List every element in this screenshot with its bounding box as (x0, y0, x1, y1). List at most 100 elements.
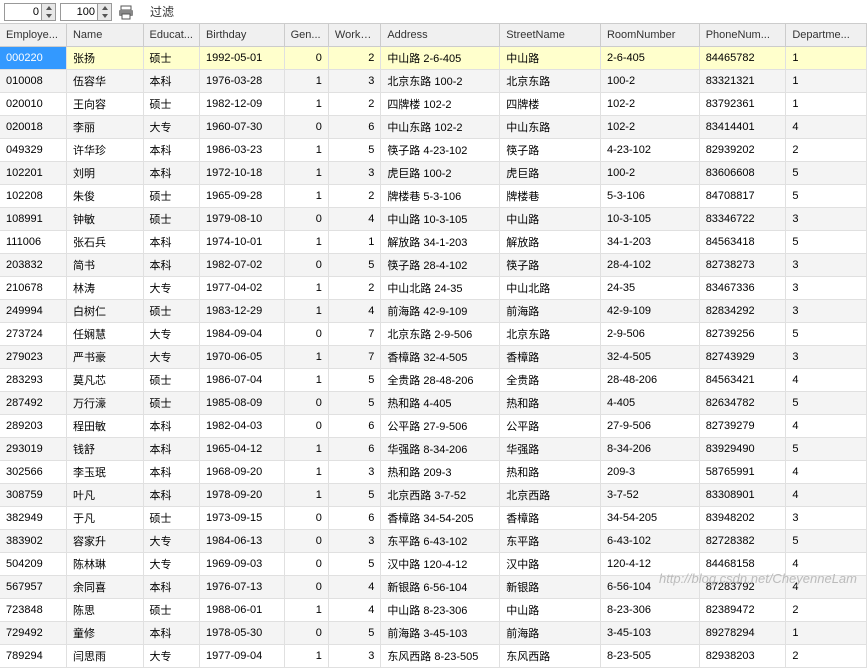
column-header-name[interactable]: Name (66, 24, 143, 46)
size-down-icon[interactable] (97, 12, 111, 20)
table-row[interactable]: 279023严书豪大专1970-06-0517香樟路 32-4-505香樟路32… (0, 345, 867, 368)
cell-street: 中山路 (500, 46, 601, 69)
size-input[interactable] (61, 6, 97, 18)
size-up-icon[interactable] (97, 4, 111, 12)
cell-edu: 本科 (143, 575, 199, 598)
table-row[interactable]: 283293莫凡芯硕士1986-07-0415全贵路 28-48-206全贵路2… (0, 368, 867, 391)
column-header-gen[interactable]: Gen... (284, 24, 328, 46)
column-header-emp[interactable]: Employe... (0, 24, 66, 46)
table-row[interactable]: 108991钟敏硕士1979-08-1004中山路 10-3-105中山路10-… (0, 207, 867, 230)
cell-emp: 302566 (0, 460, 66, 483)
cell-name: 叶凡 (66, 483, 143, 506)
table-row[interactable]: 382949于凡硕士1973-09-1506香樟路 34-54-205香樟路34… (0, 506, 867, 529)
table-row[interactable]: 000220张扬硕士1992-05-0102中山路 2-6-405中山路2-6-… (0, 46, 867, 69)
cell-phone: 83321321 (699, 69, 786, 92)
table-row[interactable]: 789294闫思雨大专1977-09-0413东风西路 8-23-505东风西路… (0, 644, 867, 667)
table-row[interactable]: 308759叶凡本科1978-09-2015北京西路 3-7-52北京西路3-7… (0, 483, 867, 506)
cell-bday: 1984-09-04 (199, 322, 284, 345)
cell-phone: 87283792 (699, 575, 786, 598)
cell-dept: 1 (786, 46, 867, 69)
cell-dept: 5 (786, 529, 867, 552)
column-header-phone[interactable]: PhoneNum... (699, 24, 786, 46)
cell-bday: 1960-07-30 (199, 115, 284, 138)
cell-emp: 203832 (0, 253, 66, 276)
page-down-icon[interactable] (41, 12, 55, 20)
page-spinner[interactable] (4, 3, 56, 21)
table-row[interactable]: 287492万行濠硕士1985-08-0905热和路 4-405热和路4-405… (0, 391, 867, 414)
table-row[interactable]: 729492童修本科1978-05-3005前海路 3-45-103前海路3-4… (0, 621, 867, 644)
table-row[interactable]: 567957余同喜本科1976-07-1304新银路 6-56-104新银路6-… (0, 575, 867, 598)
cell-room: 24-35 (600, 276, 699, 299)
cell-name: 钱舒 (66, 437, 143, 460)
cell-edu: 本科 (143, 460, 199, 483)
table-row[interactable]: 111006张石兵本科1974-10-0111解放路 34-1-203解放路34… (0, 230, 867, 253)
table-row[interactable]: 289203程田敏本科1982-04-0306公平路 27-9-506公平路27… (0, 414, 867, 437)
cell-addr: 中山路 10-3-105 (381, 207, 500, 230)
cell-name: 容家升 (66, 529, 143, 552)
table-row[interactable]: 302566李玉珉本科1968-09-2013热和路 209-3热和路209-3… (0, 460, 867, 483)
cell-emp: 382949 (0, 506, 66, 529)
cell-wy: 7 (328, 322, 380, 345)
cell-wy: 6 (328, 414, 380, 437)
cell-dept: 1 (786, 69, 867, 92)
filter-label[interactable]: 过滤 (150, 3, 174, 20)
column-header-street[interactable]: StreetName (500, 24, 601, 46)
column-header-bday[interactable]: Birthday (199, 24, 284, 46)
cell-street: 汉中路 (500, 552, 601, 575)
table-row[interactable]: 293019钱舒本科1965-04-1216华强路 8-34-206华强路8-3… (0, 437, 867, 460)
cell-edu: 硕士 (143, 299, 199, 322)
column-header-wy[interactable]: WorkY... (328, 24, 380, 46)
cell-gen: 1 (284, 92, 328, 115)
cell-dept: 2 (786, 138, 867, 161)
cell-wy: 5 (328, 391, 380, 414)
table-row[interactable]: 203832简书本科1982-07-0205筷子路 28-4-102筷子路28-… (0, 253, 867, 276)
cell-name: 简书 (66, 253, 143, 276)
table-row[interactable]: 383902容家升大专1984-06-1303东平路 6-43-102东平路6-… (0, 529, 867, 552)
table-row[interactable]: 723848陈思硕士1988-06-0114中山路 8-23-306中山路8-2… (0, 598, 867, 621)
cell-bday: 1978-09-20 (199, 483, 284, 506)
cell-room: 28-4-102 (600, 253, 699, 276)
table-row[interactable]: 273724任娴慧大专1984-09-0407北京东路 2-9-506北京东路2… (0, 322, 867, 345)
cell-wy: 6 (328, 506, 380, 529)
column-header-dept[interactable]: Departme... (786, 24, 867, 46)
cell-addr: 解放路 34-1-203 (381, 230, 500, 253)
column-header-edu[interactable]: Educat... (143, 24, 199, 46)
table-row[interactable]: 504209陈林琳大专1969-09-0305汉中路 120-4-12汉中路12… (0, 552, 867, 575)
table-row[interactable]: 249994白树仁硕士1983-12-2914前海路 42-9-109前海路42… (0, 299, 867, 322)
cell-gen: 1 (284, 598, 328, 621)
cell-emp: 504209 (0, 552, 66, 575)
cell-street: 全贵路 (500, 368, 601, 391)
table-row[interactable]: 049329许华珍本科1986-03-2315筷子路 4-23-102筷子路4-… (0, 138, 867, 161)
cell-addr: 北京西路 3-7-52 (381, 483, 500, 506)
cell-phone: 83467336 (699, 276, 786, 299)
print-icon[interactable] (118, 4, 134, 20)
cell-bday: 1965-09-28 (199, 184, 284, 207)
cell-edu: 硕士 (143, 46, 199, 69)
table-row[interactable]: 010008伍容华本科1976-03-2813北京东路 100-2北京东路100… (0, 69, 867, 92)
cell-bday: 1970-06-05 (199, 345, 284, 368)
cell-street: 解放路 (500, 230, 601, 253)
table-row[interactable]: 102201刘明本科1972-10-1813虎巨路 100-2虎巨路100-28… (0, 161, 867, 184)
cell-edu: 本科 (143, 161, 199, 184)
cell-room: 120-4-12 (600, 552, 699, 575)
column-header-addr[interactable]: Address (381, 24, 500, 46)
cell-phone: 84465782 (699, 46, 786, 69)
cell-gen: 1 (284, 230, 328, 253)
cell-name: 张扬 (66, 46, 143, 69)
size-spinner[interactable] (60, 3, 112, 21)
cell-room: 27-9-506 (600, 414, 699, 437)
cell-bday: 1976-03-28 (199, 69, 284, 92)
cell-emp: 289203 (0, 414, 66, 437)
page-up-icon[interactable] (41, 4, 55, 12)
table-row[interactable]: 210678林涛大专1977-04-0212中山北路 24-35中山北路24-3… (0, 276, 867, 299)
cell-edu: 本科 (143, 483, 199, 506)
cell-name: 任娴慧 (66, 322, 143, 345)
cell-phone: 82834292 (699, 299, 786, 322)
cell-phone: 83792361 (699, 92, 786, 115)
table-row[interactable]: 020018李丽大专1960-07-3006中山东路 102-2中山东路102-… (0, 115, 867, 138)
page-input[interactable] (5, 6, 41, 18)
column-header-room[interactable]: RoomNumber (600, 24, 699, 46)
cell-addr: 中山路 8-23-306 (381, 598, 500, 621)
table-row[interactable]: 020010王向容硕士1982-12-0912四牌楼 102-2四牌楼102-2… (0, 92, 867, 115)
table-row[interactable]: 102208朱俊硕士1965-09-2812牌楼巷 5-3-106牌楼巷5-3-… (0, 184, 867, 207)
